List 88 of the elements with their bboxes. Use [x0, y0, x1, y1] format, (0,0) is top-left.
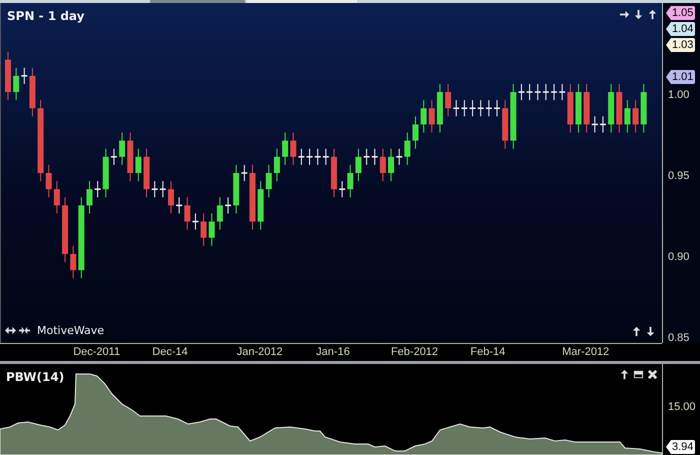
candlestick	[314, 148, 322, 166]
candlestick	[266, 164, 272, 198]
candlestick	[534, 83, 542, 101]
candlestick	[452, 100, 460, 117]
candlestick	[558, 83, 566, 101]
candlestick	[306, 148, 314, 166]
candlestick	[395, 148, 403, 166]
close-icon[interactable]	[647, 369, 658, 380]
arrow-up-icon[interactable]	[647, 9, 658, 20]
candlestick	[428, 100, 435, 134]
axis-label: Jan-2012	[236, 346, 284, 358]
axis-label: Feb-2012	[390, 346, 440, 358]
candlestick	[599, 116, 607, 134]
axis-label: 0.85	[668, 330, 690, 346]
candlestick	[274, 148, 280, 182]
axis-label: Feb-14	[469, 346, 506, 358]
axis-label: 0.95	[668, 169, 690, 184]
compress-horizontal-icon[interactable]	[19, 325, 30, 336]
arrow-down-icon[interactable]	[645, 326, 656, 337]
price-tag: 1.01	[666, 70, 696, 84]
candlestick	[282, 132, 288, 166]
candlestick	[420, 100, 427, 134]
brand-label: MotiveWave	[37, 324, 104, 337]
candlestick	[20, 67, 28, 84]
candlestick	[86, 180, 92, 214]
candlestick	[632, 100, 639, 134]
candlestick	[468, 100, 476, 117]
price-tag: 1.04	[666, 22, 696, 36]
candlestick	[110, 148, 118, 166]
candlestick	[200, 212, 207, 246]
candlestick	[591, 116, 599, 134]
candlestick	[192, 212, 200, 230]
arrow-up-icon[interactable]	[619, 369, 630, 380]
candlestick	[298, 148, 306, 166]
candlestick	[388, 148, 394, 182]
candlestick	[485, 100, 493, 117]
candlestick	[404, 132, 410, 166]
candlestick	[94, 180, 102, 198]
candlestick	[371, 148, 378, 166]
candlestick	[54, 180, 60, 214]
arrow-down-icon[interactable]	[633, 9, 644, 20]
axis-label: Dec-14	[151, 346, 189, 358]
window-icon[interactable]	[633, 369, 644, 380]
arrow-up-icon[interactable]	[631, 326, 642, 337]
candlestick	[347, 164, 354, 198]
axis-label: 0.90	[668, 250, 690, 265]
candlestick	[119, 132, 126, 166]
candlestick	[175, 196, 183, 214]
axis-label: Dec-2011	[72, 346, 122, 358]
candlestick	[550, 83, 558, 101]
value-tag: 3.94	[666, 440, 696, 454]
candlestick	[460, 100, 468, 117]
chart-title: SPN - 1 day	[7, 9, 84, 23]
candlestick	[542, 83, 550, 101]
candlestick	[380, 148, 386, 182]
candlestick	[526, 83, 534, 101]
candlestick	[184, 196, 190, 230]
candlestick	[412, 116, 418, 150]
candlestick	[518, 83, 526, 101]
candlestick	[338, 180, 346, 198]
price-tag: 1.05	[666, 6, 696, 20]
axis-label: 1.00	[668, 88, 690, 104]
candlestick	[240, 164, 248, 182]
candlestick	[476, 100, 484, 117]
axis-label: 15.00	[668, 400, 696, 415]
price-tag: 1.03	[666, 38, 696, 52]
candlestick	[13, 67, 20, 101]
candlestick	[70, 245, 76, 279]
candlestick	[355, 148, 362, 182]
candlestick	[322, 148, 330, 166]
candlestick	[168, 180, 174, 214]
candlestick	[224, 196, 232, 214]
candlestick	[624, 100, 630, 134]
axis-label: Jan-16	[315, 346, 351, 358]
candlestick	[135, 148, 142, 182]
candlestick	[208, 212, 215, 246]
candlestick	[493, 100, 501, 117]
candlestick	[216, 196, 223, 230]
axis-label: Mar-2012	[561, 346, 610, 358]
candlestick	[150, 180, 158, 198]
arrow-right-icon[interactable]	[619, 9, 630, 20]
candlestick	[445, 83, 452, 117]
candlestick	[46, 164, 52, 198]
indicator-title: PBW(14)	[6, 370, 64, 384]
candlestick	[290, 132, 296, 166]
candlestick	[159, 180, 167, 198]
candlestick	[362, 148, 370, 166]
expand-horizontal-icon[interactable]	[5, 325, 16, 336]
